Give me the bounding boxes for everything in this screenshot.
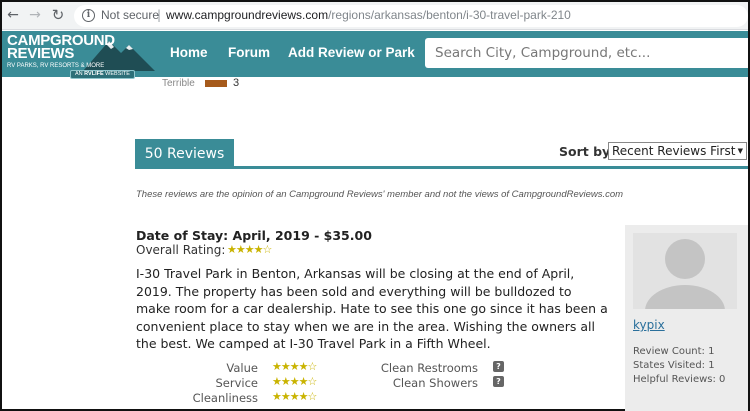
dropdown-arrow-icon: ▼ xyxy=(737,147,743,155)
star-filled-icon: ★ xyxy=(298,390,309,403)
sort-selected-value: Recent Reviews First xyxy=(612,144,736,158)
rating-bar-terrible xyxy=(205,80,227,87)
category-stars-cleanliness: ★★★★☆ xyxy=(272,390,318,403)
review-text: I-30 Travel Park in Benton, Arkansas wil… xyxy=(136,266,608,351)
star-filled-icon: ★ xyxy=(280,360,291,373)
star-empty-icon: ☆ xyxy=(307,390,318,403)
star-filled-icon: ★ xyxy=(289,375,300,388)
star-filled-icon: ★ xyxy=(253,243,264,256)
star-filled-icon: ★ xyxy=(289,360,300,373)
reviews-disclaimer: These reviews are the opinion of an Camp… xyxy=(136,189,624,200)
avatar[interactable] xyxy=(633,233,737,309)
unknown-rating-icon: ? xyxy=(493,376,504,387)
star-filled-icon: ★ xyxy=(298,360,309,373)
badge-suffix: WEBSITE xyxy=(105,71,130,77)
nav-add-review[interactable]: Add Review or Park xyxy=(288,45,415,60)
star-empty-icon: ☆ xyxy=(262,243,273,256)
category-stars-value: ★★★★☆ xyxy=(272,360,318,373)
rating-count-terrible: 3 xyxy=(233,77,240,89)
sort-label: Sort by xyxy=(559,144,611,159)
helpful-reviews: Helpful Reviews: 0 xyxy=(633,374,726,385)
category-label-cleanliness: Cleanliness xyxy=(192,391,258,405)
logo-tagline: RV PARKS, RV RESORTS & MORE xyxy=(7,63,105,69)
reviewer-name-link[interactable]: kypix xyxy=(633,318,665,332)
site-logo[interactable]: CAMPGROUND REVIEWS RV PARKS, RV RESORTS … xyxy=(5,33,155,79)
forward-arrow-icon[interactable]: → xyxy=(26,6,44,24)
overall-rating-label: Overall Rating: xyxy=(136,243,226,257)
rvlife-badge: AN RVLIFE WEBSITE xyxy=(70,70,135,79)
star-filled-icon: ★ xyxy=(272,375,282,388)
badge-prefix: AN xyxy=(75,71,83,77)
nav-forum[interactable]: Forum xyxy=(228,45,270,60)
user-silhouette-icon xyxy=(645,239,725,309)
star-filled-icon: ★ xyxy=(272,390,282,403)
overall-rating-stars: ★★★★☆ xyxy=(227,243,273,256)
states-visited: States Visited: 1 xyxy=(633,360,715,371)
url-path: /regions/arkansas/benton/i-30-travel-par… xyxy=(328,8,571,22)
star-filled-icon: ★ xyxy=(280,375,291,388)
star-filled-icon: ★ xyxy=(298,375,309,388)
address-bar[interactable]: i Not secure | www.campgroundreviews.com… xyxy=(74,5,748,27)
url-text[interactable]: www.campgroundreviews.com/regions/arkans… xyxy=(166,8,571,22)
category-label-service: Service xyxy=(215,376,258,390)
star-filled-icon: ★ xyxy=(244,243,255,256)
site-header: CAMPGROUND REVIEWS RV PARKS, RV RESORTS … xyxy=(2,31,748,79)
category-stars-service: ★★★★☆ xyxy=(272,375,318,388)
star-filled-icon: ★ xyxy=(289,390,300,403)
reload-icon[interactable]: ↻ xyxy=(49,6,67,24)
badge-brand: RVLIFE xyxy=(84,71,104,77)
star-filled-icon: ★ xyxy=(272,360,282,373)
reviews-count-tab[interactable]: 50 Reviews xyxy=(135,139,234,169)
star-empty-icon: ☆ xyxy=(307,360,318,373)
url-host: www.campgroundreviews.com xyxy=(166,8,329,22)
search-input[interactable]: Search City, Campground, etc... xyxy=(435,45,650,61)
star-filled-icon: ★ xyxy=(235,243,246,256)
star-filled-icon: ★ xyxy=(280,390,291,403)
unknown-rating-icon: ? xyxy=(493,361,504,372)
nav-home[interactable]: Home xyxy=(170,45,208,60)
logo-title: CAMPGROUND REVIEWS xyxy=(7,33,115,61)
reviews-header: 50 Reviews Sort by Recent Reviews First … xyxy=(135,139,748,169)
date-of-stay: Date of Stay: April, 2019 - $35.00 xyxy=(136,228,372,243)
search-box[interactable]: Search City, Campground, etc... xyxy=(425,38,748,68)
star-filled-icon: ★ xyxy=(227,243,237,256)
category-label-value: Value xyxy=(226,361,258,375)
info-icon[interactable]: i xyxy=(82,9,95,22)
amenity-label-showers: Clean Showers xyxy=(392,376,478,390)
back-arrow-icon[interactable]: ← xyxy=(4,6,22,24)
review-count: Review Count: 1 xyxy=(633,346,715,357)
security-label: Not secure xyxy=(101,8,160,22)
star-empty-icon: ☆ xyxy=(307,375,318,388)
divider: | xyxy=(157,8,162,22)
amenity-label-restrooms: Clean Restrooms xyxy=(380,361,478,375)
sort-select[interactable]: Recent Reviews First ▼ xyxy=(608,142,747,160)
reviewer-card: kypix Review Count: 1 States Visited: 1 … xyxy=(625,225,748,411)
rating-label-terrible: Terrible xyxy=(162,78,195,89)
browser-toolbar: ← → ↻ i Not secure | www.campgroundrevie… xyxy=(2,2,748,30)
